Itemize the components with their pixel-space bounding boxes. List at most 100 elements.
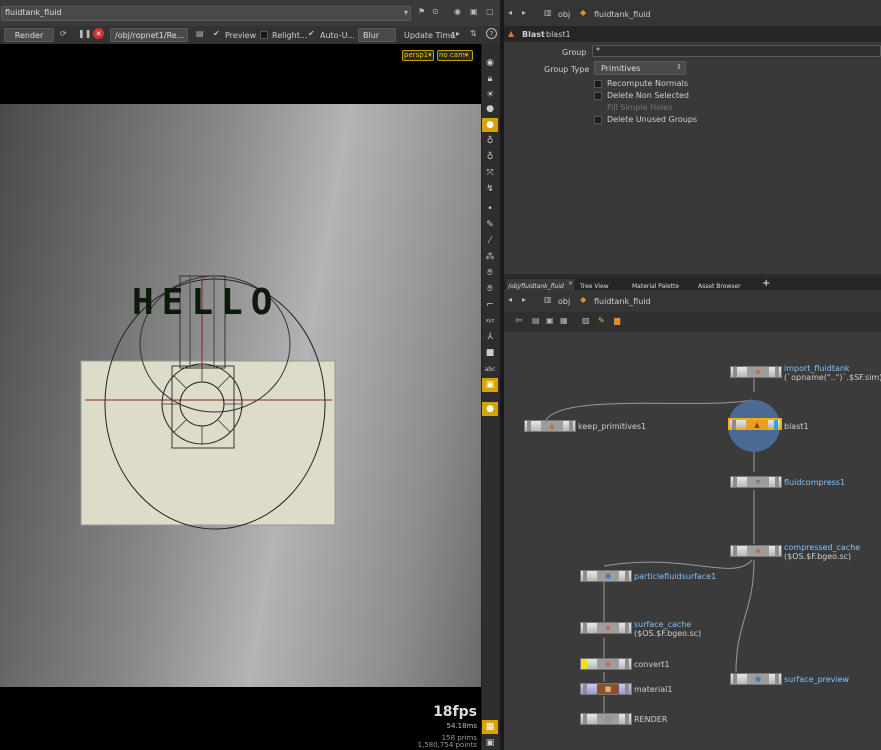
- pin-icon[interactable]: ⚑: [418, 7, 425, 16]
- node-render[interactable]: ○: [580, 713, 632, 725]
- net-forward-icon[interactable]: ▸: [522, 295, 526, 304]
- play-icon[interactable]: ▸: [456, 29, 460, 38]
- auto-update-check-icon[interactable]: ✔: [308, 29, 315, 38]
- tab-asset-browser[interactable]: Asset Browser: [696, 279, 756, 290]
- bulb-active-icon[interactable]: ●: [482, 118, 498, 132]
- camera-bottom-icon[interactable]: ▣: [482, 736, 498, 750]
- refresh-icon[interactable]: ⟳: [60, 29, 67, 38]
- update-time-label: Update Time: [404, 31, 456, 40]
- preview-check-icon[interactable]: ✔: [213, 29, 220, 38]
- tab-network[interactable]: /obj/fluidtank_fluid ×: [506, 279, 574, 290]
- net-note-icon[interactable]: ✎: [598, 316, 605, 325]
- bulb-icon[interactable]: ♁: [482, 134, 498, 148]
- node-import-fluidtank-label: import_fluidtank: [784, 364, 850, 373]
- render-button[interactable]: Render: [4, 28, 54, 42]
- net-obj-icon[interactable]: ▥: [544, 295, 552, 304]
- sort-icon[interactable]: ⇅: [470, 29, 477, 38]
- snap-icon[interactable]: ↯: [482, 182, 498, 196]
- render-toolbar: Render ⟳ ❚❚ ✕ /obj/ropnet1/Re... ▤ ✔ Pre…: [0, 26, 500, 44]
- add-tab-button[interactable]: +: [762, 278, 770, 289]
- delete-unused-groups-label: Delete Unused Groups: [607, 115, 698, 124]
- delete-unused-groups-checkbox[interactable]: [594, 116, 602, 124]
- obj-folder-icon[interactable]: ▥: [544, 8, 552, 17]
- node-fluidcompress1[interactable]: ≋: [730, 476, 782, 488]
- recompute-normals-checkbox[interactable]: [594, 80, 602, 88]
- node-material1[interactable]: ■: [580, 683, 632, 695]
- blast-icon: ▲: [508, 29, 515, 38]
- node-particlefluidsurface1[interactable]: ●: [580, 570, 632, 582]
- param-path-obj[interactable]: obj: [558, 10, 570, 19]
- view-icon[interactable]: ◉: [454, 7, 461, 16]
- net-tree-icon[interactable]: ⊨: [516, 316, 523, 325]
- help-icon[interactable]: ?: [486, 28, 497, 39]
- param-node-type: Blast: [522, 30, 545, 39]
- node-blast1[interactable]: ▲: [728, 418, 782, 430]
- node-import-fluidtank[interactable]: ◆: [730, 366, 782, 378]
- net-back-icon[interactable]: ◂: [508, 295, 512, 304]
- pause-icon[interactable]: ❚❚: [78, 29, 91, 38]
- display-active-icon[interactable]: ▣: [482, 378, 498, 392]
- geo-icon: ◆: [580, 8, 587, 17]
- stop-icon[interactable]: ✕: [93, 28, 104, 39]
- net-list-icon[interactable]: ▤: [532, 316, 540, 325]
- net-image-icon[interactable]: ▨: [582, 316, 590, 325]
- convert-icon: ◆: [597, 659, 619, 669]
- bulb-alt-icon[interactable]: ♁: [482, 150, 498, 164]
- light-active-icon[interactable]: ●: [482, 402, 498, 416]
- tab-tree-view[interactable]: Tree View: [578, 279, 626, 290]
- group-type-select[interactable]: Primitives ⇕: [594, 61, 686, 75]
- xyz-icon[interactable]: xyz: [482, 314, 498, 328]
- corner-icon[interactable]: ⌐: [482, 298, 498, 312]
- blur-select-text: Blur: [363, 31, 380, 40]
- viewport-canvas[interactable]: persp1▾ no cam▾ HELLO 18fps 54.18ms 158 …: [0, 44, 481, 750]
- net-path-node[interactable]: fluidtank_fluid: [594, 297, 651, 306]
- node-convert1[interactable]: ◆: [580, 658, 632, 670]
- brush-icon[interactable]: ✎: [482, 218, 498, 232]
- node-keep-primitives1[interactable]: ▲: [524, 420, 576, 432]
- eye-icon[interactable]: ◉: [482, 56, 498, 70]
- sphere-icon[interactable]: ●: [482, 102, 498, 116]
- node-surface-preview[interactable]: ●: [730, 673, 782, 685]
- hand-icon[interactable]: ✋︎: [482, 282, 498, 296]
- camera-persp-menu[interactable]: persp1▾: [402, 50, 434, 61]
- node-compressed-cache[interactable]: ◆: [730, 545, 782, 557]
- preview-surface-icon: ●: [747, 674, 769, 684]
- save-icon[interactable]: ▤: [196, 29, 204, 38]
- wand-icon[interactable]: ⁄: [482, 234, 498, 248]
- relight-checkbox[interactable]: [260, 31, 268, 39]
- fps-readout: 18fps: [433, 704, 477, 720]
- square-icon[interactable]: ■: [482, 346, 498, 360]
- blur-select[interactable]: Blur: [358, 28, 396, 42]
- net-table-icon[interactable]: ▦: [560, 316, 568, 325]
- forward-icon[interactable]: ▸: [522, 8, 526, 17]
- link-icon[interactable]: ⊙: [432, 7, 439, 16]
- net-grid-icon[interactable]: ▣: [546, 316, 554, 325]
- param-node-name[interactable]: blast1: [546, 30, 571, 39]
- transform-icon[interactable]: ⤧: [482, 166, 498, 180]
- maximize-icon[interactable]: ▢: [486, 7, 494, 16]
- group-field[interactable]: *: [592, 45, 881, 57]
- back-icon[interactable]: ◂: [508, 8, 512, 17]
- points-icon[interactable]: ⁂: [482, 250, 498, 264]
- net-path-obj[interactable]: obj: [558, 297, 570, 306]
- tab-close-icon[interactable]: ×: [568, 280, 573, 287]
- abc-icon[interactable]: abc: [482, 362, 498, 376]
- axis-icon[interactable]: ⅄: [482, 330, 498, 344]
- grab-icon[interactable]: ✋︎: [482, 266, 498, 280]
- light-icon[interactable]: ☀: [482, 88, 498, 102]
- camera-nocam-menu[interactable]: no cam▾: [437, 50, 473, 61]
- net-box-icon[interactable]: ▆: [614, 316, 620, 325]
- dot-icon[interactable]: •: [482, 202, 498, 216]
- delete-non-selected-checkbox[interactable]: [594, 92, 602, 100]
- param-header: ▲ Blast blast1: [504, 26, 881, 42]
- node-surface-cache[interactable]: ◆: [580, 622, 632, 634]
- tab-material-palette[interactable]: Material Palette: [630, 279, 692, 290]
- render-path-field[interactable]: /obj/ropnet1/Re...: [110, 28, 188, 42]
- viewport-title-field[interactable]: fluidtank_fluid ▾: [1, 6, 411, 21]
- param-path-node[interactable]: fluidtank_fluid: [594, 10, 651, 19]
- camera-icon[interactable]: ▣: [470, 7, 478, 16]
- grid-icon[interactable]: ▦: [482, 720, 498, 734]
- network-canvas[interactable]: ◆ import_fluidtank (`opname("..")`.$SF.s…: [504, 332, 881, 750]
- lock-icon[interactable]: 🔒︎: [482, 72, 498, 86]
- node-material1-label: material1: [634, 685, 673, 694]
